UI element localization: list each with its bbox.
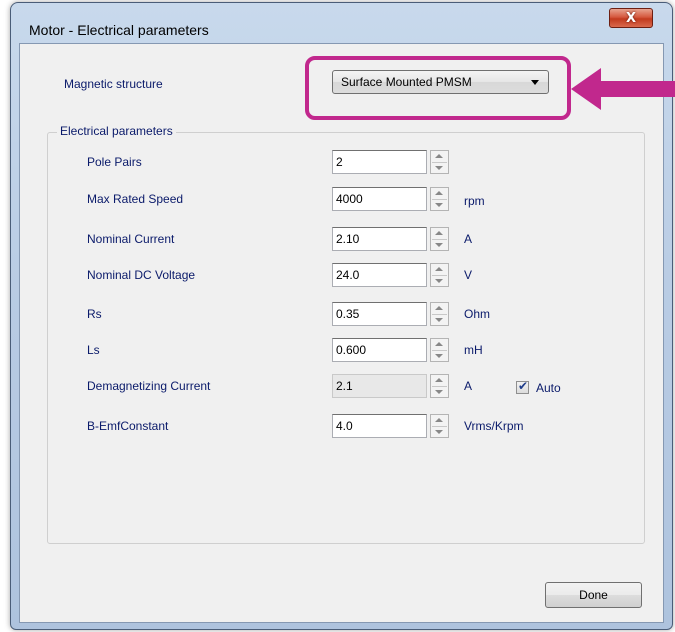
rs-label: Rs xyxy=(87,307,102,321)
ls-label: Ls xyxy=(87,343,100,357)
auto-checkbox[interactable]: ✔ xyxy=(516,379,529,394)
pointer-arrow-icon xyxy=(571,68,675,110)
demagnetizing-current-label: Demagnetizing Current xyxy=(87,379,211,393)
close-button[interactable]: X xyxy=(609,8,653,28)
rs-value: 0.35 xyxy=(336,307,360,321)
nominal-dc-voltage-value: 24.0 xyxy=(336,268,360,282)
nominal-current-label: Nominal Current xyxy=(87,232,175,246)
max-rated-speed-label: Max Rated Speed xyxy=(87,192,184,206)
magnetic-structure-select[interactable]: Surface Mounted PMSM xyxy=(332,70,549,94)
pole-pairs-label: Pole Pairs xyxy=(87,155,142,169)
demagnetizing-current-unit: A xyxy=(464,379,473,393)
rs-spinner[interactable] xyxy=(430,302,449,326)
max-rated-speed-unit: rpm xyxy=(464,194,485,208)
pole-pairs-value: 2 xyxy=(336,155,343,169)
max-rated-speed-value: 4000 xyxy=(336,192,363,206)
nominal-current-spinner[interactable] xyxy=(430,227,449,251)
title-bar: Motor - Electrical parameters X xyxy=(11,3,672,43)
close-icon: X xyxy=(625,10,637,26)
magnetic-structure-label: Magnetic structure xyxy=(64,77,163,91)
magnetic-structure-value: Surface Mounted PMSM xyxy=(341,75,472,89)
rs-unit: Ohm xyxy=(464,307,491,321)
b-emf-constant-value: 4.0 xyxy=(336,419,353,433)
b-emf-constant-spinner[interactable] xyxy=(430,414,449,438)
group-title: Electrical parameters xyxy=(57,124,176,138)
done-button[interactable]: Done xyxy=(545,582,642,608)
dialog-body: Magnetic structure Surface Mounted PMSM … xyxy=(19,43,675,623)
nominal-dc-voltage-field[interactable]: 24.0 xyxy=(332,263,427,287)
motor-electrical-dialog: Motor - Electrical parameters X Magnetic… xyxy=(10,2,675,630)
max-rated-speed-field[interactable]: 4000 xyxy=(332,187,427,211)
demagnetizing-current-value: 2.1 xyxy=(336,379,353,393)
rs-field[interactable]: 0.35 xyxy=(332,302,427,326)
nominal-dc-voltage-label: Nominal DC Voltage xyxy=(87,268,196,282)
ls-unit: mH xyxy=(464,343,483,357)
demagnetizing-current-spinner xyxy=(430,374,449,398)
chevron-down-icon xyxy=(531,80,539,85)
nominal-current-field[interactable]: 2.10 xyxy=(332,227,427,251)
ls-value: 0.600 xyxy=(336,343,367,357)
ls-spinner[interactable] xyxy=(430,338,449,362)
auto-label: Auto xyxy=(536,381,561,395)
nominal-dc-voltage-spinner[interactable] xyxy=(430,263,449,287)
pole-pairs-field[interactable]: 2 xyxy=(332,150,427,174)
b-emf-constant-unit: Vrms/Krpm xyxy=(464,419,524,433)
b-emf-constant-label: B-EmfConstant xyxy=(87,419,169,433)
window-title: Motor - Electrical parameters xyxy=(29,22,209,38)
done-label: Done xyxy=(579,588,608,602)
checkmark-icon: ✔ xyxy=(518,379,529,393)
nominal-dc-voltage-unit: V xyxy=(464,268,473,282)
ls-field[interactable]: 0.600 xyxy=(332,338,427,362)
pole-pairs-spinner[interactable] xyxy=(430,150,449,174)
demagnetizing-current-field: 2.1 xyxy=(332,374,427,398)
nominal-current-value: 2.10 xyxy=(336,232,360,246)
b-emf-constant-field[interactable]: 4.0 xyxy=(332,414,427,438)
max-rated-speed-spinner[interactable] xyxy=(430,187,449,211)
nominal-current-unit: A xyxy=(464,232,473,246)
